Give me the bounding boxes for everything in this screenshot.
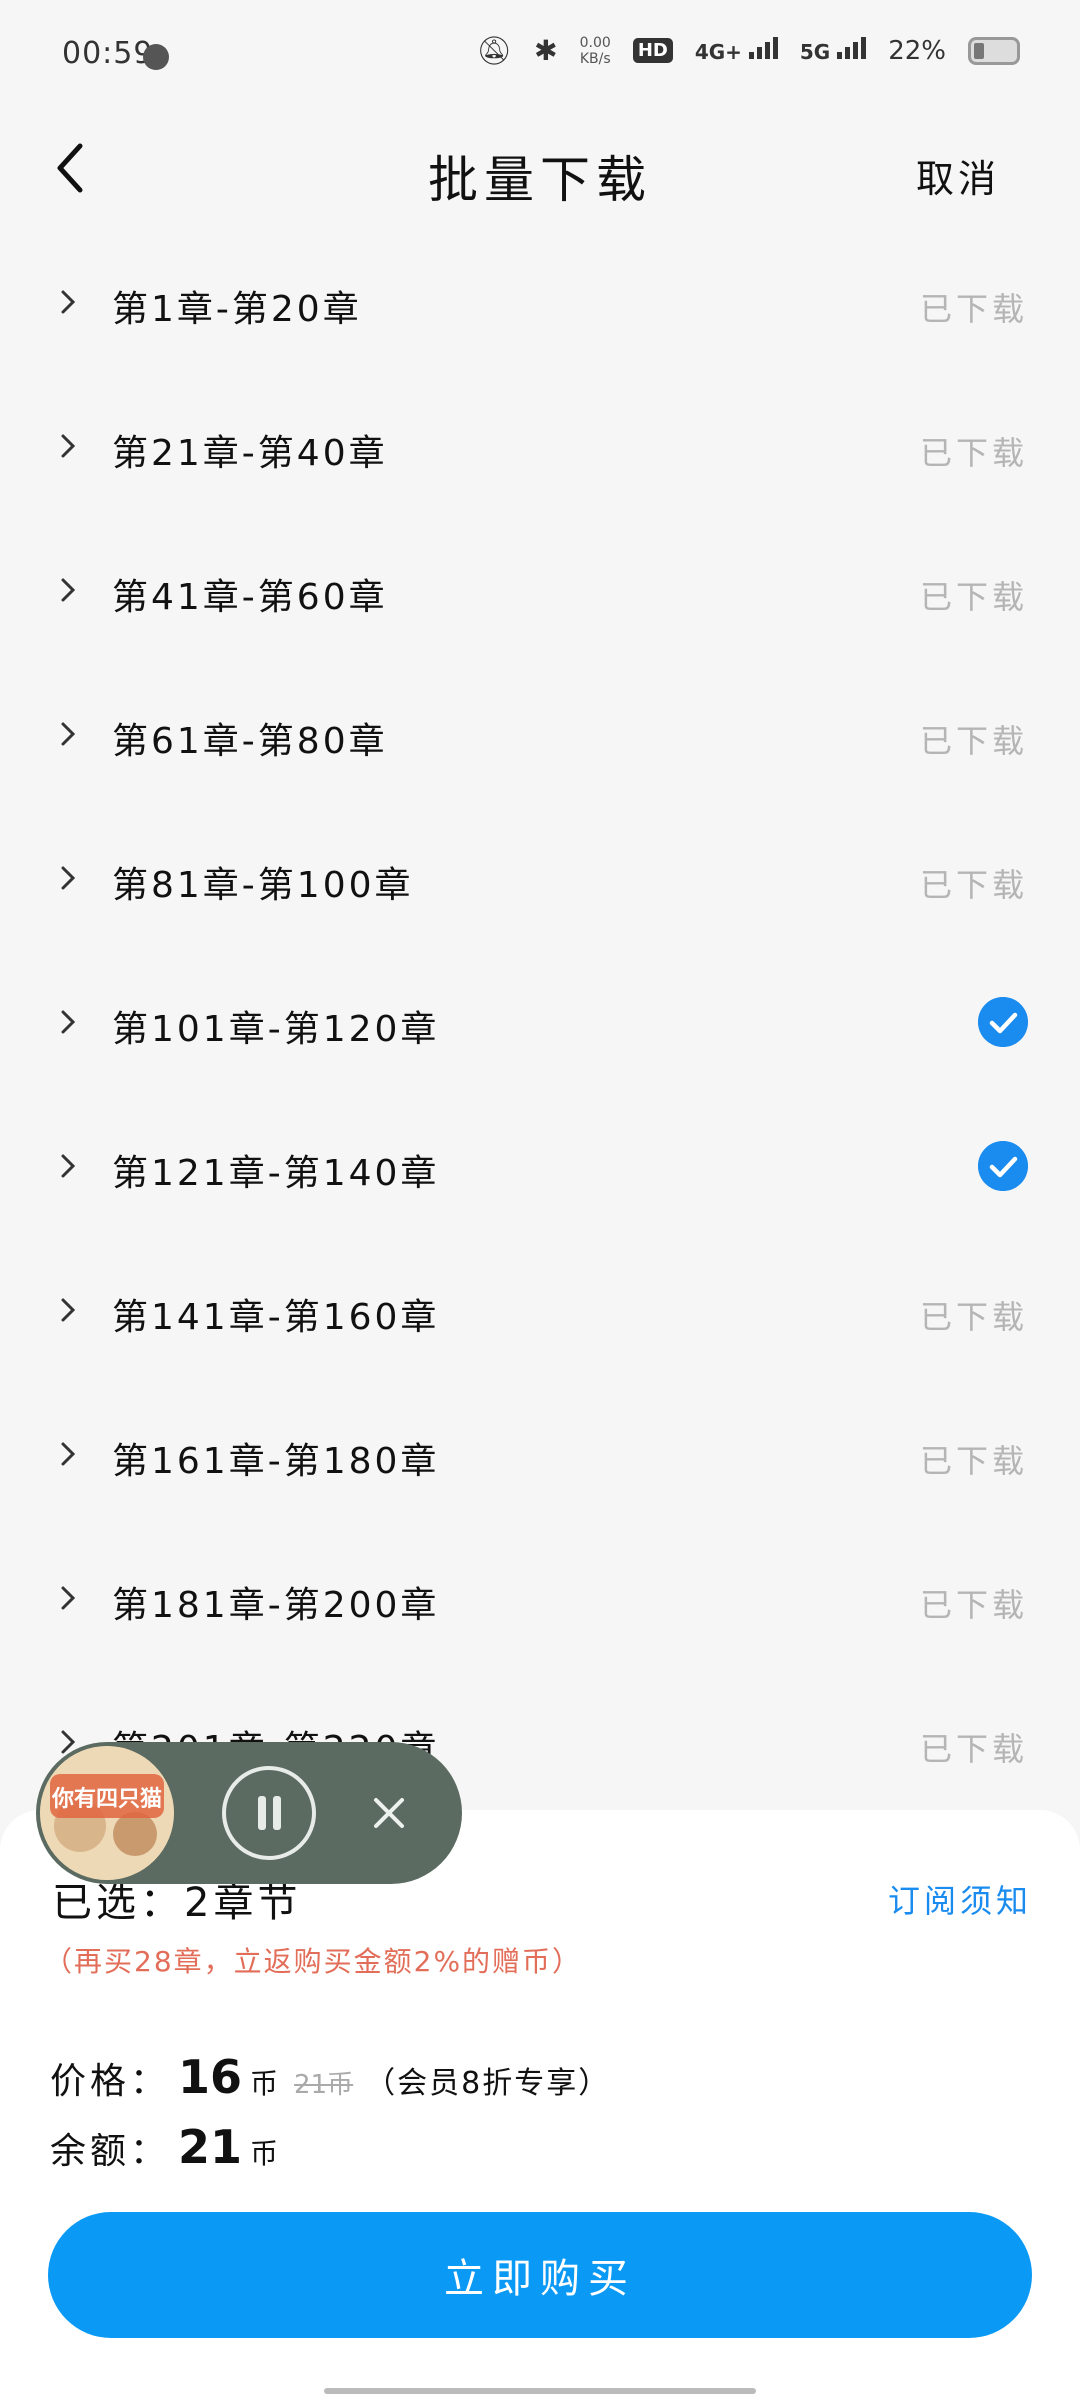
chevron-right-icon[interactable] [58,858,80,898]
chapter-row[interactable]: 第121章-第140章 [0,1094,1080,1238]
downloaded-status: 已下载 [919,290,1028,328]
promo-text: （再买28章，立返购买金额2%的赠币） [44,1945,583,1978]
chapter-row[interactable]: 第101章-第120章 [0,950,1080,1094]
balance-label: 余额： [50,2131,171,2172]
bluetooth-icon: ✱ [534,34,558,67]
downloaded-status: 已下载 [919,1730,1028,1768]
cover-title-text: 你有四只猫 [51,1786,162,1812]
signal-icon [837,37,867,59]
status-bar: 00:59 🔕︎ ✱ 0.00 KB/s HD 4G+ 5G 22% [0,0,1080,110]
header: 批量下载 取消 [0,110,1080,230]
chevron-right-icon[interactable] [58,714,80,754]
downloaded-status: 已下载 [919,1442,1028,1480]
checkbox-checked-icon[interactable] [978,1141,1028,1191]
notification-app-icon [143,44,169,70]
downloaded-status: 已下载 [919,722,1028,760]
network-4g: 4G+ [695,37,778,64]
downloaded-status: 已下载 [919,578,1028,616]
chapter-range-label: 第121章-第140章 [112,1153,440,1194]
chapter-range-label: 第101章-第120章 [112,1009,440,1050]
chapter-row[interactable]: 第61章-第80章 已下载 [0,662,1080,806]
pause-button[interactable] [222,1766,316,1860]
chapter-row[interactable]: 第21章-第40章 已下载 [0,374,1080,518]
signal-icon [748,37,778,59]
vip-discount-note: （会员8折专享） [365,2066,611,2101]
cover-art: 你有四只猫 [40,1746,174,1880]
status-indicators: 🔕︎ ✱ 0.00 KB/s HD 4G+ 5G 22% [477,34,1020,67]
price-row: 价格： 16 币 21币 （会员8折专享） [50,2050,610,2104]
chapter-range-label: 第1章-第20章 [112,289,362,330]
net-speed-unit: KB/s [579,50,611,67]
downloaded-status: 已下载 [919,866,1028,904]
balance-value: 21 [178,2120,243,2174]
subscription-notice-link[interactable]: 订阅须知 [888,1876,1032,1922]
chapter-range-label: 第41章-第60章 [112,577,388,618]
purchase-sheet: 已选：2章节 订阅须知 （再买28章，立返购买金额2%的赠币） 价格： 16 币… [0,1810,1080,2400]
chapter-row[interactable]: 第41章-第60章 已下载 [0,518,1080,662]
original-price: 21币 [294,2070,354,2100]
price-label: 价格： [50,2061,171,2102]
chevron-right-icon[interactable] [58,1290,80,1330]
battery-percent: 22% [888,35,946,66]
chapter-row[interactable]: 第1章-第20章 已下载 [0,230,1080,374]
price-value: 16 [178,2050,243,2104]
chapter-row[interactable]: 第141章-第160章 已下载 [0,1238,1080,1382]
chapter-range-label: 第61章-第80章 [112,721,388,762]
chevron-right-icon[interactable] [58,1146,80,1186]
chapter-range-label: 第181章-第200章 [112,1585,440,1626]
chapter-range-label: 第141章-第160章 [112,1297,440,1338]
chevron-right-icon[interactable] [58,570,80,610]
chevron-right-icon[interactable] [58,1434,80,1474]
checkbox-checked-icon[interactable] [978,997,1028,1047]
chapter-row[interactable]: 第81章-第100章 已下载 [0,806,1080,950]
downloaded-status: 已下载 [919,434,1028,472]
net-speed: 0.00 KB/s [580,35,611,67]
coin-unit: 币 [250,2137,279,2170]
chevron-right-icon[interactable] [58,1002,80,1042]
mute-icon: 🔕︎ [476,34,513,67]
balance-row: 余额： 21 币 [50,2120,278,2174]
status-time: 00:59 [62,36,154,71]
buy-now-button[interactable]: 立即购买 [48,2212,1032,2338]
chapter-row[interactable]: 第181章-第200章 已下载 [0,1526,1080,1670]
coin-unit: 币 [250,2067,279,2100]
chevron-right-icon[interactable] [58,1578,80,1618]
home-indicator[interactable] [324,2388,756,2394]
chapter-range-label: 第81章-第100章 [112,865,414,906]
battery-icon [968,36,1020,65]
hd-voice-icon: HD [632,38,673,63]
cancel-button[interactable]: 取消 [916,148,1000,203]
network-5g-label: 5G [799,40,831,64]
network-4g-label: 4G+ [694,40,742,64]
net-speed-value: 0.00 [579,34,611,51]
chevron-right-icon[interactable] [58,282,80,322]
close-icon[interactable] [366,1790,412,1836]
downloaded-status: 已下载 [919,1298,1028,1336]
chevron-right-icon[interactable] [58,426,80,466]
floating-audio-player[interactable]: 你有四只猫 [36,1742,462,1884]
audiobook-cover[interactable]: 你有四只猫 [40,1746,174,1880]
downloaded-status: 已下载 [919,1586,1028,1624]
chapter-range-label: 第21章-第40章 [112,433,388,474]
chapter-row[interactable]: 第161章-第180章 已下载 [0,1382,1080,1526]
chapter-range-label: 第161章-第180章 [112,1441,440,1482]
network-5g: 5G [799,37,867,64]
